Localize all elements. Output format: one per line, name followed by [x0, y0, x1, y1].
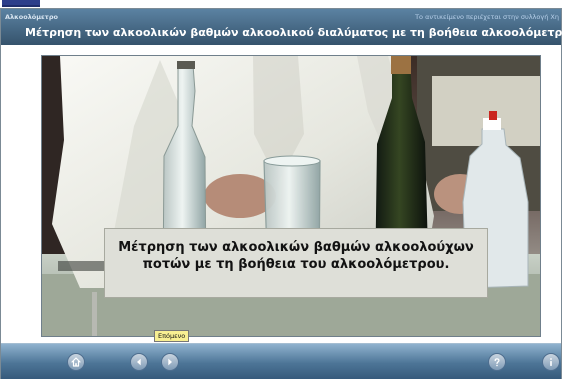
help-button[interactable] [488, 353, 506, 371]
app-title: Αλκοολόμετρο [5, 13, 58, 21]
caption-box: Μέτρηση των αλκοολικών βαθμών αλκοολούχω… [104, 228, 488, 298]
control-bar [1, 343, 561, 379]
info-icon [550, 358, 552, 366]
header: Αλκοολόμετρο Το αντικείμενο περιέχεται σ… [1, 9, 562, 45]
next-icon [168, 358, 172, 366]
content-area: Μέτρηση των αλκοολικών βαθμών αλκοολούχω… [1, 45, 561, 343]
top-link[interactable] [2, 0, 40, 7]
help-icon [494, 358, 500, 367]
caption-line-1: Μέτρηση των αλκοολικών βαθμών αλκοολούχω… [118, 240, 474, 255]
info-button[interactable] [542, 353, 560, 371]
page-title: Μέτρηση των αλκοολικών βαθμών αλκοολικού… [25, 26, 562, 39]
previous-button[interactable] [130, 353, 148, 371]
video-panel[interactable]: Μέτρηση των αλκοολικών βαθμών αλκοολούχω… [41, 55, 541, 337]
player-frame: Αλκοολόμετρο Το αντικείμενο περιέχεται σ… [0, 8, 562, 379]
previous-icon [137, 358, 141, 366]
next-button[interactable] [161, 353, 179, 371]
next-tooltip: Επόμενο [154, 330, 190, 342]
caption-line-2: ποτών με τη βοήθεια του αλκοολόμετρου. [142, 257, 450, 272]
home-button[interactable] [67, 353, 85, 371]
home-icon [71, 357, 81, 367]
collection-info: Το αντικείμενο περιέχεται στην συλλογή Χ… [415, 13, 559, 21]
top-link-strip [0, 0, 562, 8]
